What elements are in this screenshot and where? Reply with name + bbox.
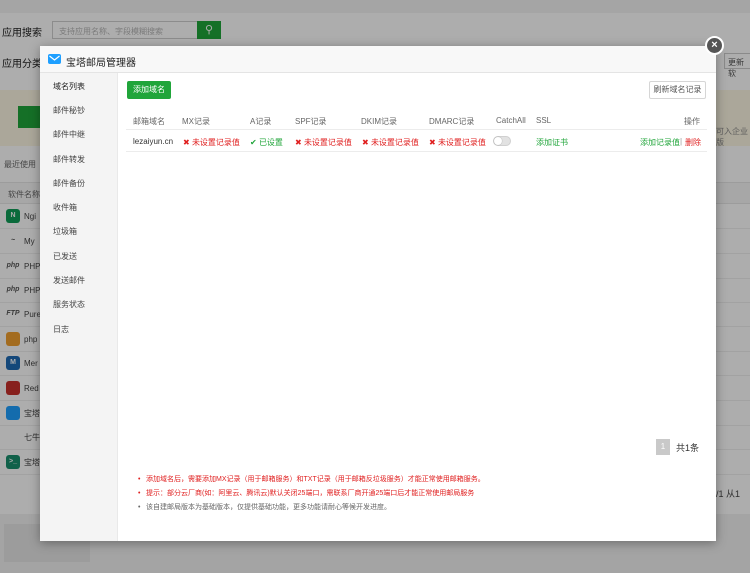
action-separator: | — [680, 137, 683, 146]
sidebar-item-mail-relay[interactable]: 邮件中继 — [53, 129, 85, 140]
a-status: ✔ 已设置 — [250, 137, 283, 148]
mail-icon — [48, 54, 61, 64]
dialog-sidebar: 域名列表 邮件秘钞 邮件中继 邮件转发 邮件备份 收件箱 垃圾箱 已发送 发送邮… — [40, 73, 118, 541]
column-header-mx: MX记录 — [182, 117, 210, 126]
page-number[interactable]: 1 — [656, 439, 670, 455]
sidebar-item-junk[interactable]: 垃圾箱 — [53, 226, 77, 237]
column-header-ssl: SSL — [536, 116, 552, 125]
dialog-header: 宝塔邮局管理器 — [40, 46, 716, 73]
spf-status: ✖ 未设置记录值 — [295, 137, 352, 148]
table-header: 邮箱域名 MX记录 A记录 SPF记录 DKIM记录 DMARC记录 Catch… — [126, 110, 707, 130]
total-count: 共1条 — [676, 442, 700, 453]
close-icon: × — [711, 39, 718, 51]
mail-manager-dialog: 宝塔邮局管理器 × 域名列表 邮件秘钞 邮件中继 邮件转发 邮件备份 收件箱 垃… — [40, 36, 724, 541]
sidebar-item-mail-secret[interactable]: 邮件秘钞 — [53, 105, 85, 116]
sidebar-item-mail-backup[interactable]: 邮件备份 — [53, 178, 85, 189]
mx-status: ✖ 未设置记录值 — [183, 137, 240, 148]
close-button[interactable]: × — [705, 36, 724, 55]
column-header-spf: SPF记录 — [295, 117, 327, 126]
note-item: 提示：部分云厂商(如：阿里云、腾讯云)默认关闭25端口，需联系厂商开通25端口后… — [138, 487, 708, 501]
dmarc-status-text: 未设置记录值 — [437, 138, 486, 147]
dialog-title: 宝塔邮局管理器 — [66, 58, 136, 69]
cross-icon: ✖ — [429, 138, 436, 147]
cross-icon: ✖ — [362, 138, 369, 147]
sidebar-item-inbox[interactable]: 收件箱 — [53, 202, 77, 213]
column-header-a: A记录 — [250, 117, 272, 126]
sidebar-item-logs[interactable]: 日志 — [53, 324, 69, 335]
sidebar-item-mail-forward[interactable]: 邮件转发 — [53, 154, 85, 165]
column-header-domain: 邮箱域名 — [133, 117, 165, 126]
sidebar-item-send-mail[interactable]: 发送邮件 — [53, 275, 85, 286]
check-icon: ✔ — [250, 138, 257, 147]
sidebar-item-service-status[interactable]: 服务状态 — [53, 299, 85, 310]
column-header-actions: 操作 — [684, 117, 700, 126]
delete-link[interactable]: 删除 — [685, 137, 701, 148]
mx-status-text: 未设置记录值 — [191, 138, 240, 147]
notes-list: 添加域名后，需要添加MX记录（用于邮箱服务）和TXT记录（用于邮箱反垃圾服务）才… — [138, 473, 708, 515]
add-record-link[interactable]: 添加记录值 — [640, 137, 680, 148]
catchall-toggle[interactable] — [493, 136, 511, 146]
cross-icon: ✖ — [295, 138, 302, 147]
table-row: lezaiyun.cn ✖ 未设置记录值 ✔ 已设置 ✖ 未设置记录值 ✖ 未设… — [126, 130, 707, 152]
refresh-domain-records-button[interactable]: 刷新域名记录 — [649, 81, 706, 99]
note-item: 该自建邮局版本为基础版本，仅提供基础功能，更多功能请耐心等候开发进度。 — [138, 501, 708, 515]
cross-icon: ✖ — [183, 138, 190, 147]
column-header-dmarc: DMARC记录 — [429, 117, 475, 126]
dkim-status-text: 未设置记录值 — [370, 138, 419, 147]
note-item: 添加域名后，需要添加MX记录（用于邮箱服务）和TXT记录（用于邮箱反垃圾服务）才… — [138, 473, 708, 487]
add-certificate-link[interactable]: 添加证书 — [536, 137, 568, 148]
add-domain-button[interactable]: 添加域名 — [127, 81, 171, 99]
dialog-main: 添加域名 刷新域名记录 邮箱域名 MX记录 A记录 SPF记录 DKIM记录 D… — [118, 73, 716, 541]
pagination: 1 共1条 — [656, 439, 699, 455]
sidebar-item-domain-list[interactable]: 域名列表 — [53, 81, 85, 92]
dkim-status: ✖ 未设置记录值 — [362, 137, 419, 148]
dmarc-status: ✖ 未设置记录值 — [429, 137, 486, 148]
a-status-text: 已设置 — [258, 138, 283, 147]
domain-cell: lezaiyun.cn — [133, 137, 174, 146]
column-header-catchall: CatchAll — [496, 116, 526, 125]
spf-status-text: 未设置记录值 — [303, 138, 352, 147]
column-header-dkim: DKIM记录 — [361, 117, 397, 126]
sidebar-item-sent[interactable]: 已发送 — [53, 251, 77, 262]
